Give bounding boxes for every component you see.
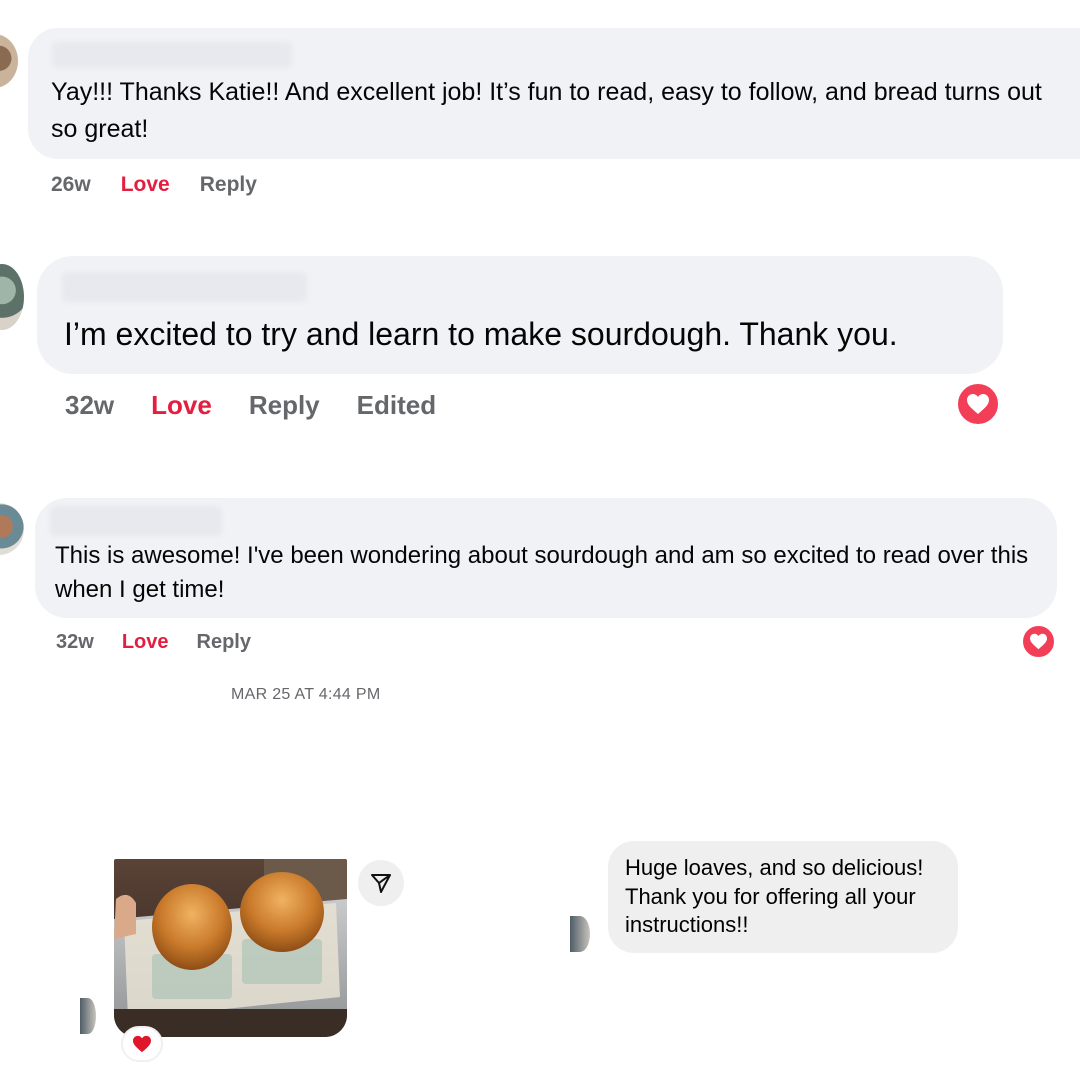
comment-text: This is awesome! I've been wondering abo…	[55, 542, 1029, 603]
reply-button[interactable]: Reply	[249, 390, 320, 421]
reply-button[interactable]: Reply	[197, 631, 251, 654]
heart-icon	[1030, 633, 1047, 650]
love-button[interactable]: Love	[151, 390, 212, 421]
commenter-avatar[interactable]	[0, 503, 24, 555]
message-timestamp: MAR 25 AT 4:44 PM	[231, 686, 381, 703]
comment-age: 32w	[65, 390, 115, 420]
bread-loaves-photo[interactable]	[114, 859, 347, 1037]
commenter-avatar[interactable]	[0, 34, 18, 88]
comment-age: 32w	[56, 631, 94, 653]
heart-reaction-icon[interactable]	[956, 382, 1000, 426]
love-button[interactable]: Love	[121, 173, 170, 197]
heart-reaction-icon[interactable]	[1021, 624, 1056, 659]
message-text: Huge loaves, and so delicious! Thank you…	[625, 855, 924, 938]
paper-plane-icon	[371, 874, 391, 893]
comment-text: I’m excited to try and learn to make sou…	[64, 316, 898, 352]
sender-avatar[interactable]	[80, 998, 96, 1034]
edited-label: Edited	[356, 390, 437, 420]
commenter-avatar[interactable]	[0, 264, 24, 330]
comment-actions: 32w Love Reply Edited	[65, 390, 436, 421]
comment-actions: 32w Love Reply	[56, 631, 251, 654]
share-button[interactable]	[358, 860, 404, 906]
commenter-name-redacted	[50, 506, 222, 536]
comment-age: 26w	[51, 173, 91, 196]
commenter-name-redacted	[62, 272, 307, 302]
love-button[interactable]: Love	[122, 631, 169, 654]
comment-text: Yay!!! Thanks Katie!! And excellent job!…	[51, 78, 1042, 143]
commenter-name-redacted	[52, 42, 292, 68]
sender-avatar[interactable]	[570, 916, 590, 952]
comment-actions: 26w Love Reply	[51, 173, 257, 197]
photo-reaction-badge[interactable]	[121, 1026, 163, 1062]
reply-button[interactable]: Reply	[200, 173, 257, 197]
heart-icon	[967, 394, 989, 414]
red-heart-icon	[133, 1035, 151, 1053]
